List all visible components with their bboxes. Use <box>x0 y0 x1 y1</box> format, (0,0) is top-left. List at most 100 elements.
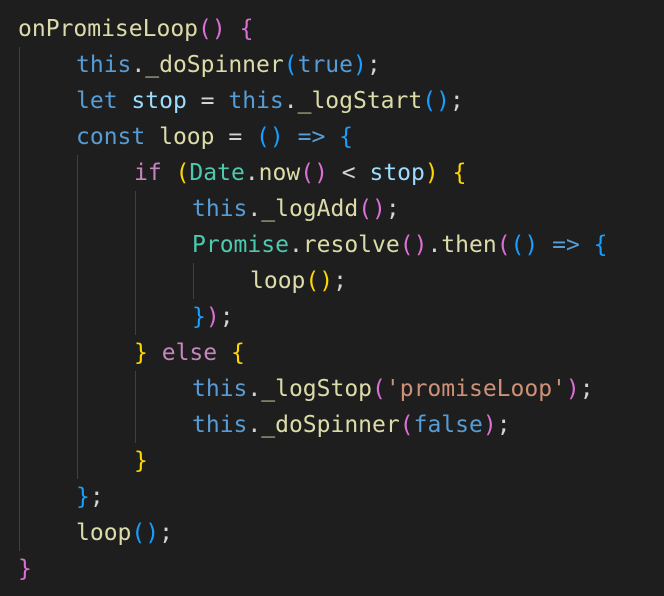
indent-guide <box>77 155 78 191</box>
code-token: () <box>131 520 160 546</box>
indent-guide <box>19 515 20 551</box>
indent-guide <box>77 371 78 407</box>
code-line: } <box>0 551 664 587</box>
code-token: loop <box>250 268 306 294</box>
code-line: this._doSpinner(true); <box>0 47 664 83</box>
code-token: stop <box>369 160 425 186</box>
code-token: ; <box>449 88 464 114</box>
code-line: onPromiseLoop() { <box>0 11 664 47</box>
code-token: { <box>593 232 608 258</box>
code-token: } <box>76 484 90 510</box>
code-line: }); <box>0 299 664 335</box>
code-token: . <box>131 52 146 78</box>
indent-guide <box>19 47 20 83</box>
code-line: } <box>0 443 664 479</box>
code-token: . <box>247 376 262 402</box>
code-token: . <box>288 232 303 258</box>
indent-guide <box>77 335 78 371</box>
indent-guide <box>135 263 136 299</box>
indent-guide <box>77 407 78 443</box>
indent-guide <box>135 191 136 227</box>
code-token: { <box>452 160 467 186</box>
indent-guide <box>77 263 78 299</box>
indent-guide <box>19 119 20 155</box>
code-token: () <box>256 124 284 150</box>
code-token: ; <box>579 376 594 402</box>
code-token: () <box>422 88 450 114</box>
code-token: this <box>192 376 248 402</box>
code-token: . <box>283 88 298 114</box>
code-token: ( <box>175 160 190 186</box>
code-token: ) <box>205 304 220 330</box>
code-token: } <box>134 340 148 366</box>
code-token: false <box>413 412 483 438</box>
code-token: { <box>230 340 245 366</box>
code-token: this <box>76 52 132 78</box>
code-token: const <box>76 124 146 150</box>
code-line: this._doSpinner(false); <box>0 407 664 443</box>
indent-guide <box>19 335 20 371</box>
code-token: } <box>192 304 206 330</box>
code-token: { <box>339 124 354 150</box>
code-token: ) <box>352 52 367 78</box>
indent-guide <box>19 227 20 263</box>
code-token: let <box>76 88 118 114</box>
indent-guide <box>193 263 194 299</box>
code-token: ; <box>333 268 347 294</box>
code-token: _logStart <box>297 88 423 114</box>
code-token: ; <box>219 304 234 330</box>
indent-guide <box>135 227 136 263</box>
code-token: () <box>358 196 386 222</box>
indent-guide <box>135 299 136 335</box>
indent-guide <box>19 371 20 407</box>
code-line: Promise.resolve().then(() => { <box>0 227 664 263</box>
code-token: . <box>427 232 442 258</box>
code-token: < <box>327 160 370 186</box>
code-token: _doSpinner <box>261 412 400 438</box>
indent-guide <box>135 371 136 407</box>
code-token: ) <box>565 376 580 402</box>
code-line: const loop = () => { <box>0 119 664 155</box>
indent-guide <box>19 299 20 335</box>
code-token: ; <box>159 520 173 546</box>
code-token: ) <box>424 160 439 186</box>
code-lines: onPromiseLoop() {this._doSpinner(true); l… <box>0 11 664 587</box>
code-token: => <box>552 232 580 258</box>
code-token: now <box>258 160 301 186</box>
code-token: ; <box>89 484 104 510</box>
code-editor[interactable]: onPromiseLoop() {this._doSpinner(true); l… <box>0 0 664 596</box>
code-token: () <box>300 160 328 186</box>
indent-guide <box>77 227 78 263</box>
code-token: loop <box>159 124 215 150</box>
indent-guide <box>19 479 20 515</box>
code-token: if <box>134 160 162 186</box>
code-token: Promise <box>192 232 289 258</box>
code-token: loop <box>76 520 132 546</box>
code-token: . <box>247 412 262 438</box>
code-token: then <box>441 232 497 258</box>
code-token: () <box>198 16 226 42</box>
code-token: ( <box>283 52 298 78</box>
code-token: true <box>297 52 353 78</box>
code-token: ) <box>482 412 497 438</box>
code-token: ; <box>496 412 511 438</box>
code-token: _logStop <box>261 376 373 402</box>
code-token: ( <box>399 412 414 438</box>
code-line: }; <box>0 479 664 515</box>
indent-guide <box>135 407 136 443</box>
code-token: () <box>399 232 428 258</box>
code-token: resolve <box>302 232 400 258</box>
indent-guide <box>19 443 20 479</box>
code-token: ; <box>385 196 400 222</box>
indent-guide <box>77 443 78 479</box>
code-token: = <box>214 124 257 150</box>
